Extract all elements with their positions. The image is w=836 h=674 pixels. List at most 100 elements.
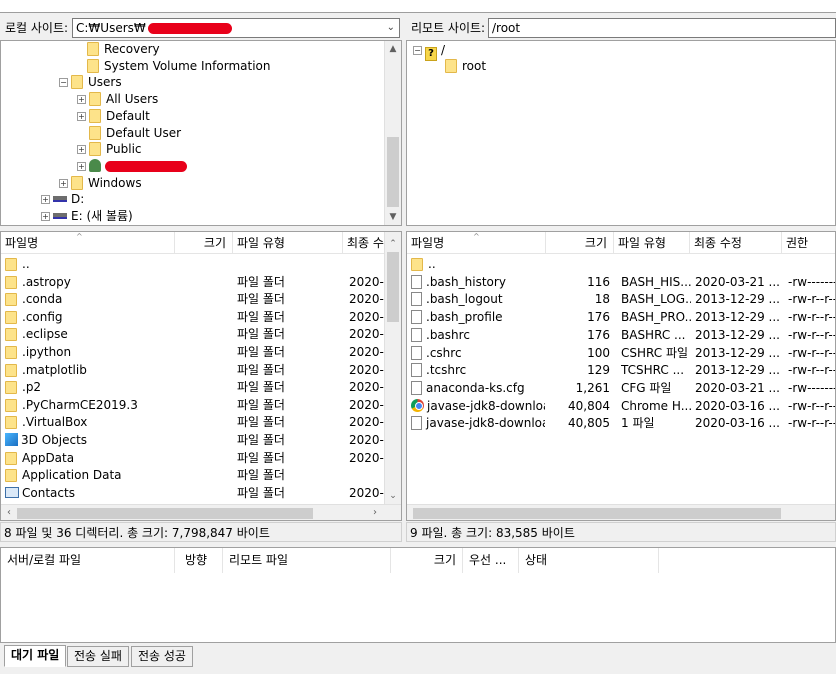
local-tree-node[interactable]: Recovery — [75, 41, 160, 58]
table-row[interactable]: Contacts 파일 폴더 2020-0 — [1, 485, 401, 503]
local-tree-node[interactable]: System Volume Information — [75, 58, 270, 75]
table-row[interactable]: .. — [407, 256, 835, 274]
table-row[interactable]: Application Data 파일 폴더 — [1, 467, 401, 485]
expand-icon[interactable]: + — [77, 95, 86, 105]
remote-tree-node[interactable]: root — [433, 58, 486, 75]
cell-text: -rw-r--r-- — [788, 327, 836, 342]
table-row[interactable]: javase-jdk8-downloa... 40,805 1 파일 2020-03-… — [407, 415, 835, 433]
table-row[interactable]: .astropy 파일 폴더 2020-0 — [1, 274, 401, 292]
local-tree-node[interactable]: + E: (새 볼륨) — [41, 208, 133, 225]
cell-perm: -rw-r--r-- — [788, 398, 835, 415]
local-tree-node[interactable]: + Public — [77, 141, 142, 158]
local-site-path-input[interactable]: C:₩Users₩ ⌄ — [72, 18, 400, 38]
table-row[interactable]: .cshrc 100 CSHRC 파일 2013-12-29 ... -rw-r--r-… — [407, 345, 835, 363]
local-list-hscrollbar[interactable]: ‹ › — [1, 504, 401, 520]
table-row[interactable]: .bashrc 176 BASHRC ... 2013-12-29 ... -rw-r-… — [407, 327, 835, 345]
cell-text: 2020-0 — [349, 362, 389, 377]
cell-text: CSHRC 파일 — [621, 345, 689, 360]
tab-successful-transfers[interactable]: 전송 성공 — [131, 646, 193, 667]
scroll-down-icon[interactable]: ▼ — [385, 209, 401, 225]
local-list-scrollbar[interactable]: ⌃ ⌄ — [384, 232, 401, 504]
table-row[interactable]: anaconda-ks.cfg 1,261 CFG 파일 2020-03-21 ...… — [407, 380, 835, 398]
expand-icon[interactable]: + — [77, 161, 86, 171]
cell-name: .VirtualBox — [5, 414, 173, 431]
table-row[interactable]: .eclipse 파일 폴더 2020-0 — [1, 326, 401, 344]
queue-header-server-local[interactable]: 서버/로컬 파일 — [1, 548, 175, 573]
scroll-down-icon[interactable]: ⌄ — [385, 488, 401, 504]
local-tree-node[interactable]: + Default — [77, 108, 150, 125]
scroll-thumb[interactable] — [387, 252, 399, 322]
column-header-name[interactable]: 파일명 — [1, 232, 175, 254]
local-tree-node[interactable]: + — [77, 158, 187, 175]
local-tree-node[interactable]: + D: — [41, 191, 84, 208]
tab-queued-files[interactable]: 대기 파일 — [4, 645, 67, 667]
scroll-left-icon[interactable]: ‹ — [1, 505, 17, 520]
table-row[interactable]: .. — [1, 256, 401, 274]
table-row[interactable]: .bash_history 116 BASH_HIS... 2020-03-21 ..… — [407, 274, 835, 292]
local-tree-node[interactable]: − Users — [59, 74, 122, 91]
table-row[interactable]: .PyCharmCE2019.3 파일 폴더 2020-0 — [1, 397, 401, 415]
queue-header-status[interactable]: 상태 — [519, 548, 659, 573]
cell-text: 2020-0 — [349, 433, 389, 447]
tree-node-label: D: — [71, 192, 85, 207]
table-row[interactable]: .config 파일 폴더 2020-0 — [1, 309, 401, 327]
table-row[interactable]: .p2 파일 폴더 2020-0 — [1, 379, 401, 397]
cell-type: 파일 폴더 — [237, 485, 341, 502]
column-header-permissions[interactable]: 권한 — [782, 232, 835, 254]
remote-tree-node[interactable]: −? / — [413, 42, 445, 61]
file-icon — [411, 380, 422, 395]
cell-text: 파일 폴더 — [237, 292, 285, 307]
column-header-modified[interactable]: 최종 수정 — [690, 232, 782, 254]
table-row[interactable]: AppData 파일 폴더 2020-0 — [1, 450, 401, 468]
remote-list-hscrollbar[interactable] — [407, 504, 835, 520]
cell-perm: -rw-r--r-- — [788, 415, 835, 432]
remote-site-path-input[interactable]: /root — [488, 18, 836, 38]
scroll-up-icon[interactable]: ▲ — [385, 41, 401, 57]
table-row[interactable]: .bash_profile 176 BASH_PRO... 2013-12-29 ..… — [407, 309, 835, 327]
table-row[interactable]: .conda 파일 폴더 2020-0 — [1, 291, 401, 309]
folder-icon — [5, 469, 17, 483]
collapse-icon[interactable]: − — [59, 78, 68, 88]
scroll-thumb[interactable] — [387, 137, 399, 207]
local-tree-node[interactable]: + All Users — [77, 91, 158, 108]
cell-text: 파일 폴더 — [237, 485, 285, 500]
queue-header-size[interactable]: 크기 — [391, 548, 463, 573]
remote-list-header: 파일명 ^ 크기 파일 유형 최종 수정 권한 — [407, 232, 835, 254]
expand-icon[interactable]: + — [77, 111, 86, 121]
table-row[interactable]: .ipython 파일 폴더 2020-0 — [1, 344, 401, 362]
table-row[interactable]: .bash_logout 18 BASH_LOG... 2013-12-29 ... -… — [407, 291, 835, 309]
expand-icon[interactable]: + — [41, 195, 50, 205]
expand-icon[interactable]: + — [59, 178, 68, 188]
queue-header-direction[interactable]: 방향 — [175, 548, 223, 573]
cell-name: Application Data — [5, 467, 173, 484]
scroll-up-icon[interactable]: ⌃ — [385, 236, 401, 252]
column-header-size[interactable]: 크기 — [175, 232, 233, 254]
cell-text: .bash_profile — [426, 310, 503, 325]
collapse-icon[interactable]: − — [413, 46, 422, 55]
local-tree-scrollbar[interactable]: ▲ ▼ — [384, 41, 401, 225]
column-header-type[interactable]: 파일 유형 — [614, 232, 690, 254]
queue-header-remote[interactable]: 리모트 파일 — [223, 548, 391, 573]
table-row[interactable]: .VirtualBox 파일 폴더 2020-0 — [1, 414, 401, 432]
queue-header-priority[interactable]: 우선 ... — [463, 548, 519, 573]
cell-name: .. — [5, 256, 173, 273]
column-header-type[interactable]: 파일 유형 — [233, 232, 343, 254]
local-tree-node[interactable]: Default User — [77, 125, 181, 142]
cell-text: .tcshrc — [426, 363, 467, 378]
expand-icon[interactable]: + — [41, 212, 50, 221]
table-row[interactable]: .tcshrc 129 TCSHRC ... 2013-12-29 ... -rw-r-… — [407, 362, 835, 380]
cell-name: .p2 — [5, 379, 173, 396]
table-row[interactable]: javase-jdk8-downloa... 40,804 Chrome H... 2… — [407, 398, 835, 416]
table-row[interactable]: 3D Objects 파일 폴더 2020-0 — [1, 432, 401, 450]
folder-icon — [445, 59, 457, 73]
cell-text: 40,804 — [568, 398, 610, 413]
column-header-size[interactable]: 크기 — [546, 232, 614, 254]
tab-failed-transfers[interactable]: 전송 실패 — [67, 646, 129, 667]
local-tree-node[interactable]: + Windows — [59, 175, 142, 192]
chevron-down-icon[interactable]: ⌄ — [387, 19, 395, 37]
scroll-thumb[interactable] — [17, 508, 313, 519]
table-row[interactable]: .matplotlib 파일 폴더 2020-0 — [1, 362, 401, 380]
expand-icon[interactable]: + — [77, 145, 86, 155]
scroll-right-icon[interactable]: › — [367, 505, 383, 520]
scroll-thumb[interactable] — [413, 508, 781, 519]
